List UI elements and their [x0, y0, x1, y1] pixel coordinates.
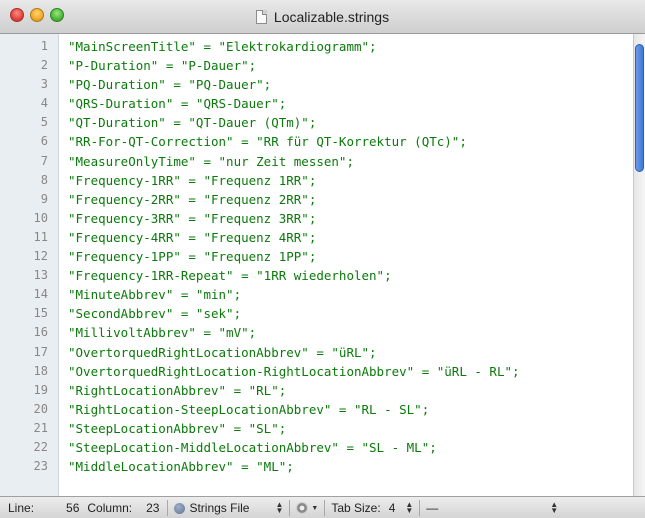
- gutter-lines: 1 2 3 4 5 6 7 8 9 10 11 12 13 14 15 16 17 18 19 20 21 22 23: [0, 34, 58, 476]
- code-line[interactable]: "MillivoltAbbrev" = "mV";: [68, 323, 633, 342]
- code-line[interactable]: "Frequency-2RR" = "Frequenz 2RR";: [68, 190, 633, 209]
- code-line[interactable]: "RightLocation-SteepLocationAbbrev" = "R…: [68, 400, 633, 419]
- status-bar: Line: 56 Column: 23 Strings File ▲ ▼ ▼ Tab…: [0, 496, 645, 518]
- status-divider: [289, 499, 291, 516]
- code-line[interactable]: "MeasureOnlyTime" = "nur Zeit messen";: [68, 152, 633, 171]
- code-line[interactable]: "OvertorquedRightLocationAbbrev" = "üRL"…: [68, 343, 633, 362]
- title-bar[interactable]: Localizable.strings: [0, 0, 645, 34]
- line-number: 19: [33, 382, 48, 397]
- line-number: 16: [33, 325, 48, 340]
- status-divider: [324, 499, 326, 516]
- line-number: 18: [33, 363, 48, 378]
- code-line[interactable]: "PQ-Duration" = "PQ-Dauer";: [68, 75, 633, 94]
- line-number: 2: [40, 58, 48, 73]
- line-number: 5: [40, 115, 48, 130]
- vertical-scrollbar[interactable]: [633, 34, 645, 496]
- line-number: 1: [40, 39, 48, 53]
- editor-window: Localizable.strings 1 2 3 4 5 6 7 8 9 10 11 12 13 14 1…: [0, 0, 645, 518]
- line-number: 3: [40, 77, 48, 92]
- code-lines[interactable]: "MainScreenTitle" = "Elektrokardiogramm"…: [68, 34, 633, 476]
- line-number: 10: [33, 210, 48, 225]
- line-number: 21: [33, 420, 48, 435]
- file-type-stepper-icon: ▲ ▼: [275, 500, 284, 516]
- chevron-down-icon: ▼: [311, 504, 319, 512]
- code-line[interactable]: "SteepLocationAbbrev" = "SL";: [68, 419, 633, 438]
- line-value[interactable]: 56: [66, 501, 79, 515]
- gear-icon: [296, 502, 309, 515]
- line-number: 17: [33, 344, 48, 359]
- tab-size-label: Tab Size:: [331, 500, 381, 515]
- file-type-icon: [174, 502, 186, 514]
- line-label: Line:: [8, 500, 35, 515]
- code-line[interactable]: "MiddleLocationAbbrev" = "ML";: [68, 457, 633, 476]
- line-number: 15: [33, 306, 48, 321]
- code-line[interactable]: "Frequency-1RR-Repeat" = "1RR wiederhole…: [68, 266, 633, 285]
- file-type-selector[interactable]: Strings File ▲ ▼: [174, 501, 283, 515]
- function-stepper-icon: ▲ ▼: [550, 500, 559, 516]
- line-number: 13: [33, 268, 48, 283]
- window-title: Localizable.strings: [273, 9, 390, 25]
- code-line[interactable]: "SteepLocation-MiddleLocationAbbrev" = "…: [68, 438, 633, 457]
- code-line[interactable]: "QT-Duration" = "QT-Dauer (QTm)";: [68, 113, 633, 132]
- line-number: 12: [33, 249, 48, 264]
- line-number: 7: [40, 153, 48, 168]
- code-line[interactable]: "Frequency-3RR" = "Frequenz 3RR";: [68, 209, 633, 228]
- action-gear-menu[interactable]: ▼: [296, 501, 318, 515]
- title-wrap: Localizable.strings: [0, 0, 645, 34]
- file-type-label: Strings File: [189, 500, 250, 515]
- line-number: 6: [40, 134, 48, 149]
- code-line[interactable]: "Frequency-1PP" = "Frequenz 1PP";: [68, 247, 633, 266]
- code-line[interactable]: "MainScreenTitle" = "Elektrokardiogramm"…: [68, 37, 633, 56]
- line-number: 23: [33, 459, 48, 474]
- tab-size-stepper-icon[interactable]: ▲ ▼: [405, 500, 413, 514]
- line-number: 9: [40, 191, 48, 206]
- column-value[interactable]: 23: [146, 501, 159, 515]
- code-line[interactable]: "OvertorquedRightLocation-RightLocationA…: [68, 362, 633, 381]
- function-menu[interactable]: — ▲ ▼: [426, 501, 558, 515]
- line-number-gutter: 1 2 3 4 5 6 7 8 9 10 11 12 13 14 15 16 17 18 19 20 21 22 23: [0, 34, 59, 496]
- code-line[interactable]: "Frequency-4RR" = "Frequenz 4RR";: [68, 228, 633, 247]
- text-editor[interactable]: 1 2 3 4 5 6 7 8 9 10 11 12 13 14 15 16 17 18 19 20 21 22 23 "M…: [0, 34, 645, 496]
- code-area[interactable]: "MainScreenTitle" = "Elektrokardiogramm"…: [68, 34, 633, 496]
- line-number: 4: [40, 96, 48, 111]
- tab-size-value[interactable]: 4: [389, 501, 396, 515]
- line-number: 14: [33, 287, 48, 302]
- status-divider: [167, 499, 169, 516]
- code-line[interactable]: "RR-For-QT-Correction" = "RR für QT-Korr…: [68, 132, 633, 151]
- code-line[interactable]: "QRS-Duration" = "QRS-Dauer";: [68, 94, 633, 113]
- document-icon[interactable]: [255, 10, 267, 24]
- status-divider: [419, 499, 421, 516]
- code-line[interactable]: "MinuteAbbrev" = "min";: [68, 285, 633, 304]
- line-number: 8: [40, 172, 48, 187]
- line-number: 20: [33, 401, 48, 416]
- code-line[interactable]: "Frequency-1RR" = "Frequenz 1RR";: [68, 171, 633, 190]
- line-number: 22: [33, 439, 48, 454]
- function-value: —: [426, 500, 439, 515]
- scrollbar-thumb[interactable]: [635, 44, 644, 172]
- code-line[interactable]: "P-Duration" = "P-Dauer";: [68, 56, 633, 75]
- column-label: Column:: [87, 500, 133, 515]
- code-line[interactable]: "RightLocationAbbrev" = "RL";: [68, 381, 633, 400]
- line-number: 11: [33, 229, 48, 244]
- code-line[interactable]: "SecondAbbrev" = "sek";: [68, 304, 633, 323]
